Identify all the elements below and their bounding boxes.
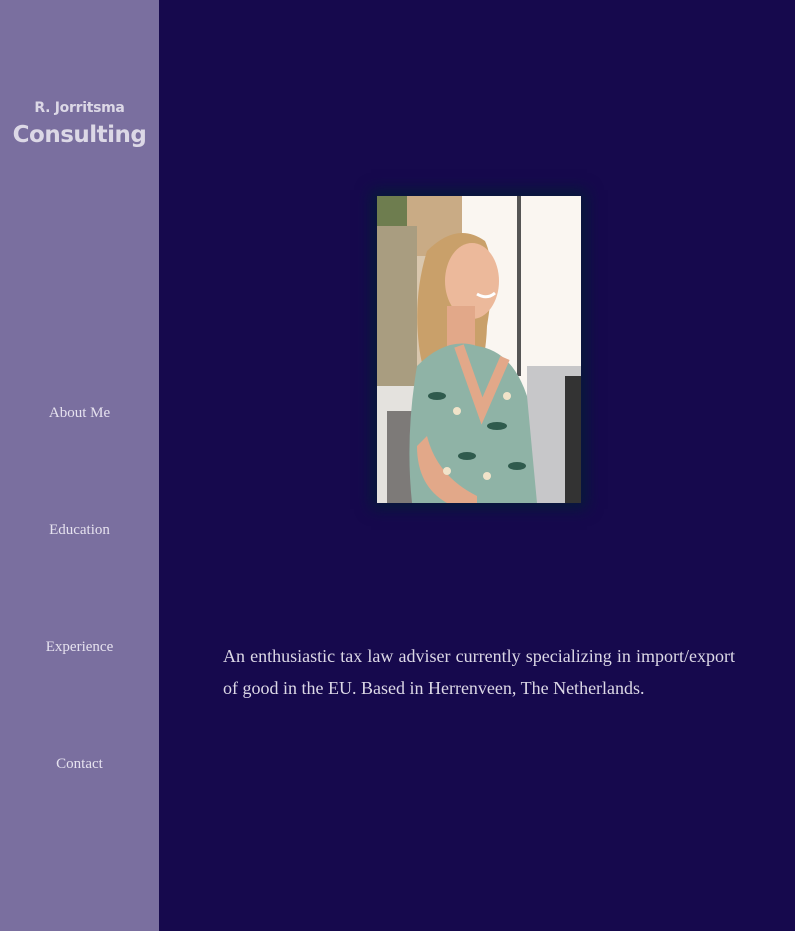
- nav-link-experience[interactable]: Experience: [0, 639, 159, 656]
- nav-link-education[interactable]: Education: [0, 522, 159, 539]
- brand-name: R. Jorritsma: [34, 100, 125, 116]
- profile-photo: [377, 196, 581, 503]
- page: R. Jorritsma Consulting About Me Educati…: [0, 0, 795, 931]
- brand-title: Consulting: [12, 122, 147, 148]
- sidebar: R. Jorritsma Consulting About Me Educati…: [0, 0, 159, 931]
- bio-text: An enthusiastic tax law adviser currentl…: [223, 646, 735, 698]
- nav-link-contact[interactable]: Contact: [0, 756, 159, 773]
- nav-link-about-me[interactable]: About Me: [0, 405, 159, 422]
